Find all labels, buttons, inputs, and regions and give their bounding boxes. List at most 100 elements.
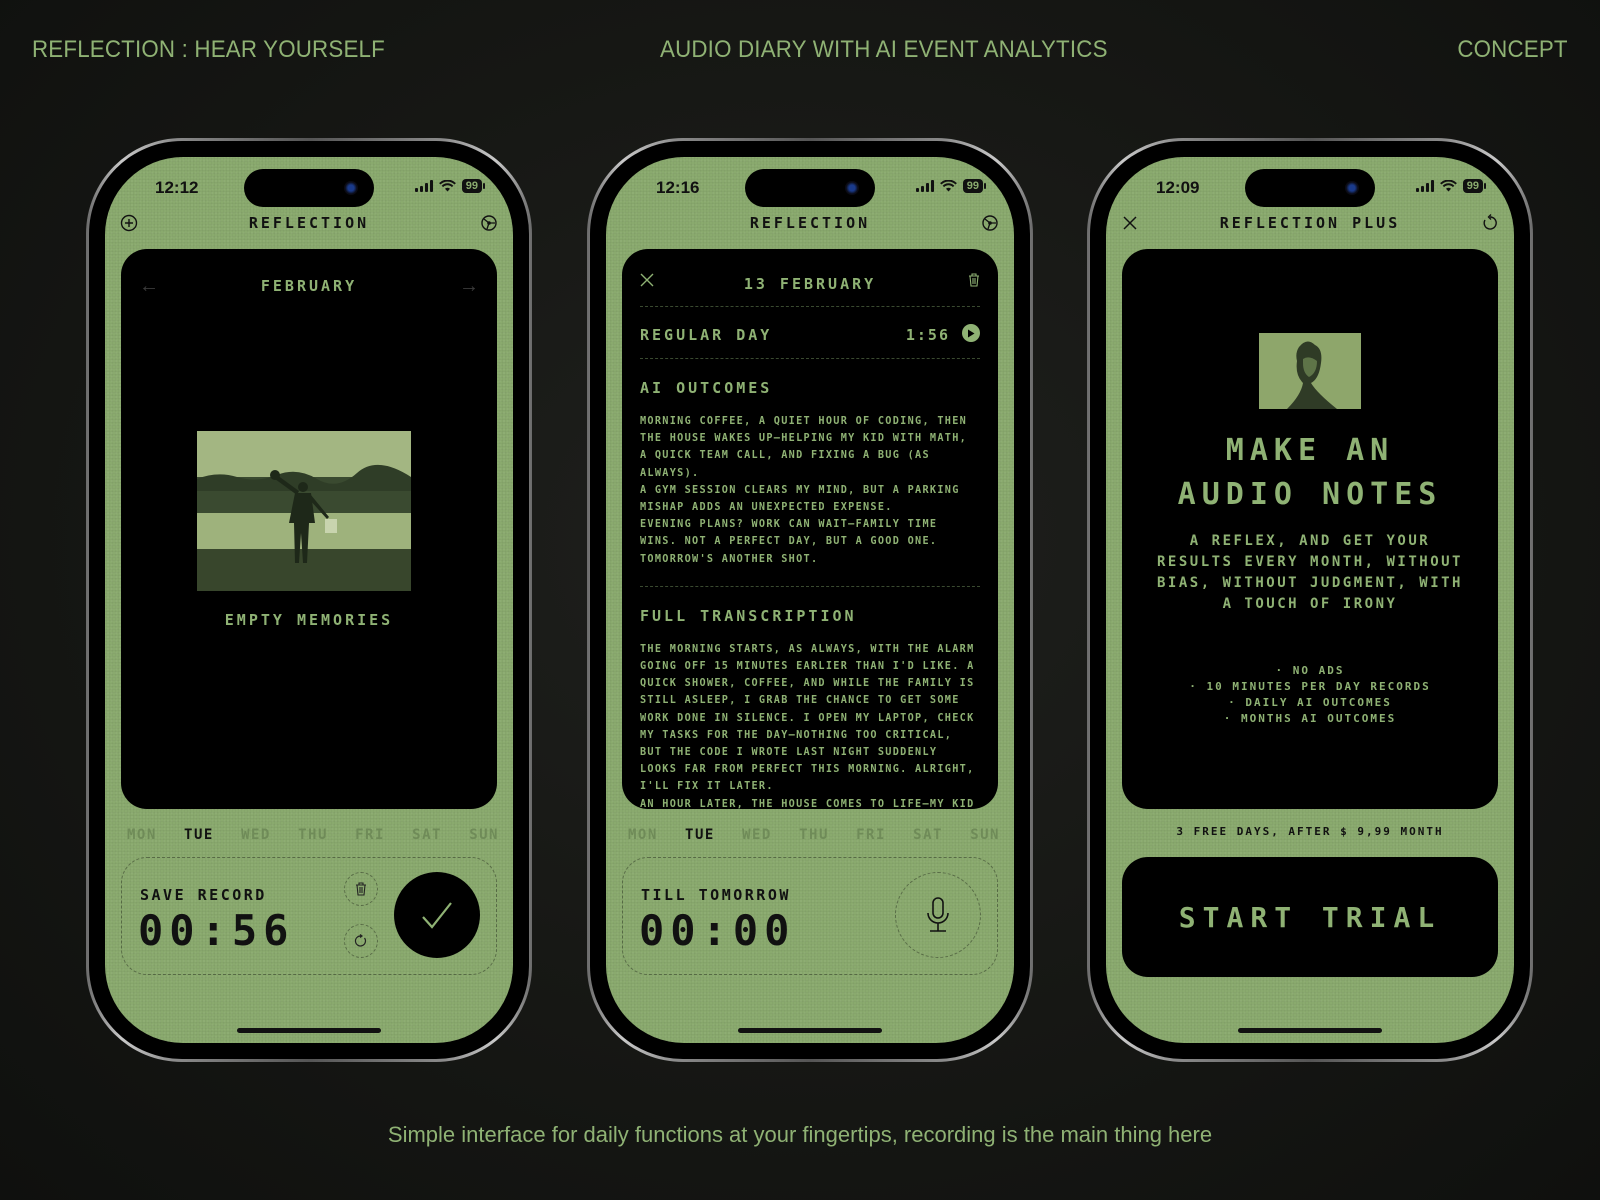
project-subtitle: AUDIO DIARY WITH AI EVENT ANALYTICS [660,36,1108,63]
day-mon[interactable]: MON [127,827,157,843]
camera-icon [344,181,358,195]
status-icons: 99 [414,179,486,193]
app-title: REFLECTION [749,214,871,232]
microphone-icon [927,897,949,932]
day-tue[interactable]: TUE [184,827,214,843]
entry-card: 13 FEBRUARY REGULAR DAY 1:56 AI OUTCOMES… [622,249,998,809]
record-duration: 1:56 [905,326,950,344]
day-wed[interactable]: WED [742,827,772,843]
play-icon [968,329,975,337]
dynamic-island [244,169,374,207]
home-indicator[interactable] [237,1028,381,1033]
camera-icon [845,181,859,195]
recorder-panel: TILL TOMORROW 00:00 [622,857,998,975]
camera-icon [1345,181,1359,195]
ai-outcomes-section: AI OUTCOMES MORNING COFFEE, A QUIET HOUR… [640,379,980,587]
signal-icon [1415,180,1434,192]
play-button[interactable] [962,324,980,342]
battery-icon: 99 [962,179,987,193]
paywall-card: MAKE AN AUDIO NOTES A REFLEX, AND GET YO… [1122,249,1498,809]
phone-screen: 12:09 99 REFLECTION PLUS MAKE AN AUDIO N… [1106,157,1514,1043]
start-trial-button[interactable]: START TRIAL [1122,857,1498,977]
day-sun[interactable]: SUN [970,827,1000,843]
trash-icon[interactable] [968,273,980,292]
phone-bezel: 12:16 99 REFLECTION 13 FEBRUARY REGULAR … [590,141,1030,1059]
feature-item: · MONTHS AI OUTCOMES [1223,712,1397,725]
status-time: 12:09 [1156,178,1200,197]
arrow-right-icon[interactable]: → [459,275,479,298]
phone-paywall: 12:09 99 REFLECTION PLUS MAKE AN AUDIO N… [1087,138,1533,1062]
day-thu[interactable]: THU [298,827,328,843]
month-label: FEBRUARY [260,277,358,295]
day-sat[interactable]: SAT [913,827,943,843]
dynamic-island [1245,169,1375,207]
app-title: REFLECTION PLUS [1219,214,1401,232]
day-wed[interactable]: WED [241,827,271,843]
project-tag: CONCEPT [1457,36,1568,63]
delete-button[interactable] [344,872,378,906]
battery-icon: 99 [1462,179,1487,193]
recorder-label: TILL TOMORROW [641,886,791,904]
redo-button[interactable] [344,924,378,958]
status-icons: 99 [915,179,987,193]
phone-calendar: 12:12 99 REFLECTION ← FEBRUARY → EMPTY M… [86,138,532,1062]
record-button[interactable] [895,872,981,958]
recorder-timer: 00:56 [138,906,295,955]
recorder-panel: SAVE RECORD 00:56 [121,857,497,975]
feature-item: · 10 MINUTES PER DAY RECORDS [1189,680,1431,693]
app-title: REFLECTION [248,214,370,232]
phone-bezel: 12:09 99 REFLECTION PLUS MAKE AN AUDIO N… [1090,141,1530,1059]
settings-icon[interactable] [479,213,499,233]
day-tue[interactable]: TUE [685,827,715,843]
phone-screen: 12:12 99 REFLECTION ← FEBRUARY → EMPTY M… [105,157,513,1043]
calendar-card: ← FEBRUARY → EMPTY MEMORIES [121,249,497,809]
memory-photo [197,431,411,591]
day-fri[interactable]: FRI [856,827,886,843]
phone-screen: 12:16 99 REFLECTION 13 FEBRUARY REGULAR … [606,157,1014,1043]
bottom-caption: Simple interface for daily functions at … [387,1122,1213,1147]
transcription-text[interactable]: THE MORNING STARTS, AS ALWAYS, WITH THE … [640,641,980,809]
day-thu[interactable]: THU [799,827,829,843]
headline-line-1: MAKE AN [1225,433,1395,468]
day-mon[interactable]: MON [628,827,658,843]
headline-line-2: AUDIO NOTES [1177,477,1443,512]
settings-icon[interactable] [980,213,1000,233]
feature-item: · NO ADS [1275,664,1345,677]
sculpture-image [1259,333,1361,409]
status-time: 12:16 [656,178,700,197]
project-title: REFLECTION : HEAR YOURSELF [32,36,385,63]
status-time: 12:12 [155,178,199,197]
ai-outcomes-text: MORNING COFFEE, A QUIET HOUR OF CODING, … [640,416,968,565]
trash-icon [356,882,366,896]
paywall-description: A REFLEX, AND GET YOUR RESULTS EVERY MON… [1156,533,1463,612]
refresh-icon [354,934,367,947]
entry-date: 13 FEBRUARY [743,275,877,293]
day-sun[interactable]: SUN [469,827,499,843]
day-fri[interactable]: FRI [355,827,385,843]
day-sat[interactable]: SAT [412,827,442,843]
restore-icon[interactable] [1480,213,1500,233]
wifi-icon [438,180,456,192]
home-indicator[interactable] [1238,1028,1382,1033]
confirm-button[interactable] [394,872,480,958]
entry-header: 13 FEBRUARY [640,249,980,307]
empty-state-label: EMPTY MEMORIES [224,611,394,629]
signal-icon [414,180,433,192]
record-row[interactable]: REGULAR DAY 1:56 [640,307,980,359]
paywall-headline: MAKE AN AUDIO NOTES [1122,429,1498,517]
phone-entry-detail: 12:16 99 REFLECTION 13 FEBRUARY REGULAR … [587,138,1033,1062]
check-icon [422,902,452,929]
battery-icon: 99 [461,179,486,193]
price-note: 3 FREE DAYS, AFTER $ 9,99 MONTH [1176,825,1444,838]
feature-list: · NO ADS · 10 MINUTES PER DAY RECORDS · … [1122,663,1498,727]
transcription-title: FULL TRANSCRIPTION [640,606,857,625]
status-icons: 99 [1415,179,1487,193]
phone-bezel: 12:12 99 REFLECTION ← FEBRUARY → EMPTY M… [89,141,529,1059]
weekday-selector: MON TUE WED THU FRI SAT SUN [127,827,499,843]
signal-icon [915,180,934,192]
dynamic-island [745,169,875,207]
home-indicator[interactable] [738,1028,882,1033]
recorder-label: SAVE RECORD [140,886,267,904]
ai-outcomes-title: AI OUTCOMES [640,379,773,397]
wifi-icon [939,180,957,192]
